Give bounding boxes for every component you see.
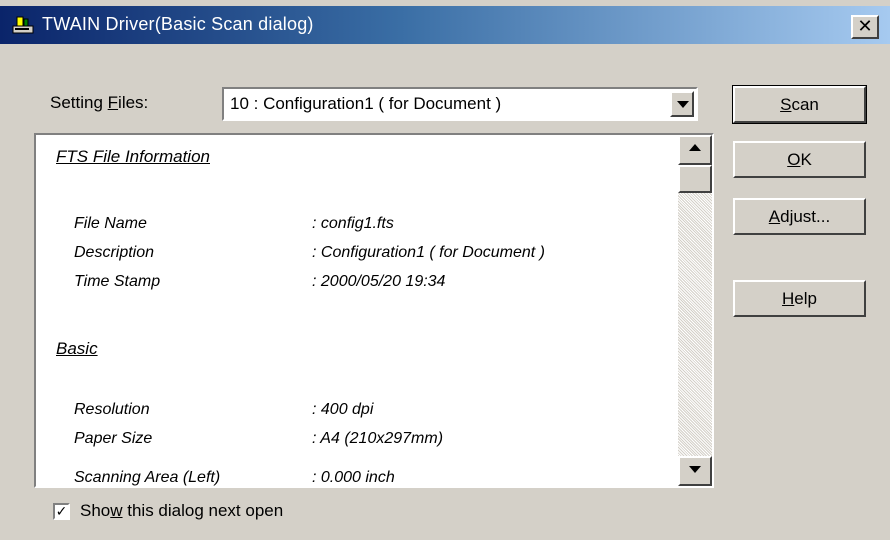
title-bar[interactable]: TWAIN Driver(Basic Scan dialog) ✕ — [0, 6, 890, 44]
twain-dialog: TWAIN Driver(Basic Scan dialog) ✕ Settin… — [0, 0, 890, 540]
file-info-panel[interactable]: FTS File Information File Name : config1… — [34, 133, 714, 488]
section-heading-basic: Basic — [56, 339, 98, 358]
scroll-up-button[interactable] — [678, 135, 712, 165]
close-button[interactable]: ✕ — [851, 15, 879, 39]
combo-dropdown-button[interactable] — [670, 91, 694, 117]
scroll-down-icon — [689, 466, 701, 473]
scroll-down-button[interactable] — [678, 456, 712, 486]
setting-files-label: Setting Files: — [50, 93, 149, 112]
close-icon: ✕ — [857, 16, 873, 36]
vertical-scrollbar[interactable] — [678, 135, 712, 486]
scroll-thumb[interactable] — [678, 165, 712, 193]
window-title: TWAIN Driver(Basic Scan dialog) — [42, 14, 314, 34]
checkmark-icon: ✓ — [55, 503, 68, 519]
section-heading-fts: FTS File Information — [56, 147, 210, 166]
show-dialog-label[interactable]: Show this dialog next open — [80, 501, 283, 521]
ok-button[interactable]: OK — [733, 141, 866, 178]
show-dialog-checkbox[interactable]: ✓ — [53, 503, 70, 520]
scanner-icon — [12, 16, 34, 34]
help-button[interactable]: Help — [733, 280, 866, 317]
scroll-up-icon — [689, 144, 701, 151]
file-info-content: FTS File Information File Name : config1… — [56, 147, 545, 486]
chevron-down-icon — [677, 101, 689, 108]
setting-files-combo[interactable]: 10 : Configuration1 ( for Document ) — [222, 87, 698, 121]
scan-button[interactable]: Scan — [732, 85, 867, 124]
setting-files-value: 10 : Configuration1 ( for Document ) — [230, 94, 502, 113]
adjust-button[interactable]: Adjust... — [733, 198, 866, 235]
